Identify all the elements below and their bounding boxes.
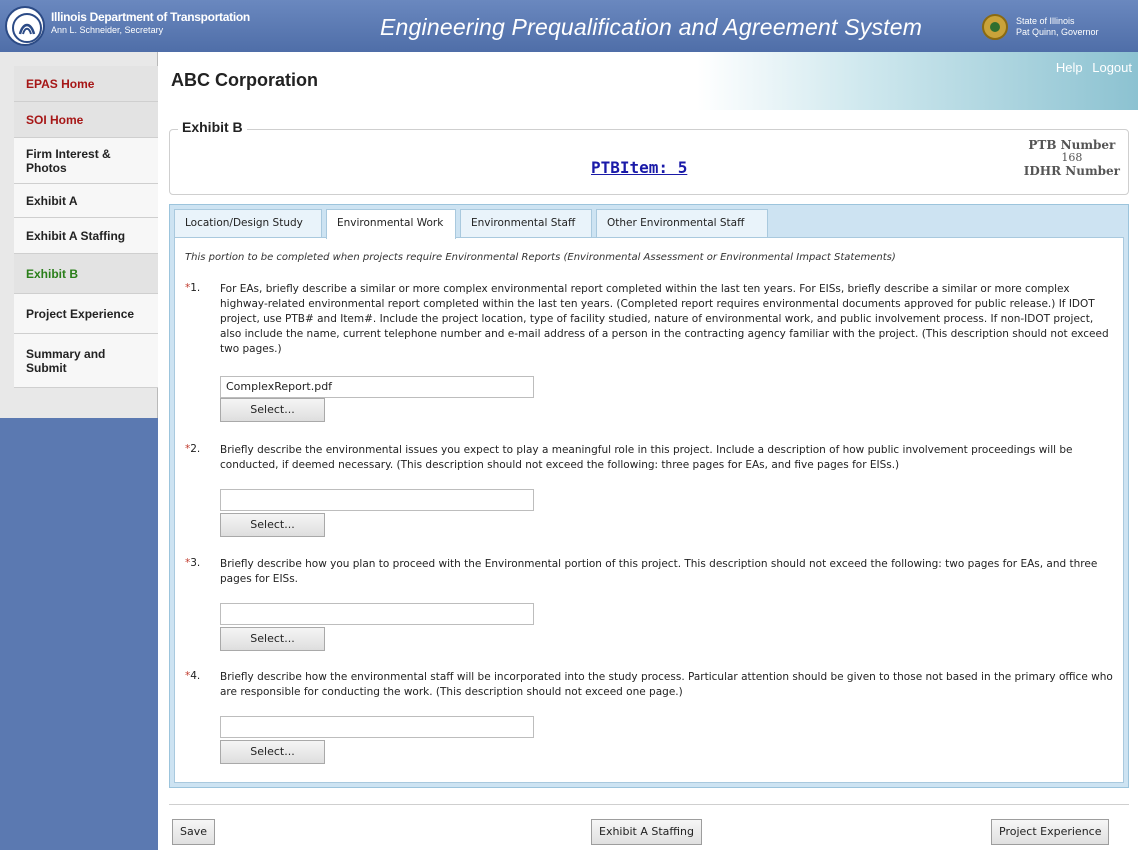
page-banner: ABC Corporation Help Logout [159, 52, 1138, 110]
question-2: *2. Briefly describe the environmental i… [185, 443, 1115, 548]
sidebar-fill [0, 418, 158, 850]
tab-other-environmental-staff[interactable]: Other Environmental Staff [596, 209, 768, 237]
tab-panel: Location/Design Study Environmental Work… [169, 204, 1129, 788]
select-file-button[interactable]: Select... [220, 513, 325, 537]
file-input[interactable] [220, 716, 534, 738]
top-links: Help Logout [1050, 60, 1132, 75]
idot-logo-icon [5, 6, 45, 46]
exhibit-header-box: Exhibit B PTBItem: 5 PTB Number 168 IDHR… [169, 119, 1129, 195]
agency-title: Illinois Department of Transportation [51, 10, 250, 24]
app-header: Illinois Department of Transportation An… [0, 0, 1138, 52]
sidebar-item-summary-submit[interactable]: Summary and Submit [14, 334, 158, 388]
sidebar-item-label: Firm Interest & Photos [26, 146, 111, 175]
sidebar-item-soi-home[interactable]: SOI Home [14, 102, 158, 138]
file-input[interactable] [220, 489, 534, 511]
question-text: Briefly describe how the environmental s… [220, 671, 1113, 698]
governor-name: Pat Quinn, Governor [1016, 27, 1099, 37]
help-link[interactable]: Help [1056, 60, 1083, 75]
ptb-info: PTB Number 168 IDHR Number [1024, 138, 1120, 178]
question-number: *3. [185, 557, 200, 569]
question-number-text: 2. [190, 443, 201, 455]
state-name: State of Illinois [1016, 16, 1075, 26]
question-number: *2. [185, 443, 200, 455]
tab-content: This portion to be completed when projec… [174, 237, 1124, 783]
sidebar-item-label: SOI Home [26, 112, 84, 127]
idhr-number-label: IDHR Number [1023, 164, 1120, 178]
next-project-experience-button[interactable]: Project Experience [991, 819, 1110, 845]
question-3: *3. Briefly describe how you plan to pro… [185, 557, 1115, 657]
select-file-button[interactable]: Select... [220, 627, 325, 651]
sidebar-item-epas-home[interactable]: EPAS Home [14, 66, 158, 102]
sidebar-item-label: Project Experience [26, 306, 135, 321]
sidebar: EPAS Home SOI Home Firm Interest & Photo… [0, 52, 158, 850]
save-button[interactable]: Save [172, 819, 216, 845]
sidebar-nav: EPAS Home SOI Home Firm Interest & Photo… [14, 66, 158, 388]
question-number: *4. [185, 670, 200, 682]
question-1: *1. For EAs, briefly describe a similar … [185, 282, 1115, 432]
tab-environmental-work[interactable]: Environmental Work [326, 209, 456, 239]
app-title: Engineering Prequalification and Agreeme… [380, 14, 923, 40]
file-input[interactable]: ComplexReport.pdf [220, 376, 534, 398]
sidebar-item-label: Exhibit A [26, 193, 78, 208]
intro-text: This portion to be completed when projec… [185, 252, 896, 263]
agency-secretary: Ann L. Schneider, Secretary [51, 25, 164, 35]
tab-location-design-study[interactable]: Location/Design Study [174, 209, 322, 237]
question-number: *1. [185, 282, 200, 294]
ptb-item-link[interactable]: PTBItem: 5 [591, 158, 687, 177]
main-content: ABC Corporation Help Logout Exhibit B PT… [159, 52, 1138, 850]
question-number-text: 1. [190, 282, 201, 294]
sidebar-item-exhibit-b[interactable]: Exhibit B [14, 254, 158, 294]
question-text: For EAs, briefly describe a similar or m… [220, 283, 1109, 355]
sidebar-item-label: Exhibit B [26, 266, 79, 281]
ptb-number-label: PTB Number [1028, 138, 1116, 152]
previous-exhibit-a-staffing-button[interactable]: Exhibit A Staffing [591, 819, 702, 845]
question-4: *4. Briefly describe how the environment… [185, 670, 1115, 770]
ptb-number-value: 168 [1061, 151, 1083, 164]
company-name: ABC Corporation [171, 70, 318, 90]
sidebar-item-exhibit-a[interactable]: Exhibit A [14, 184, 158, 218]
question-text: Briefly describe the environmental issue… [220, 444, 1073, 471]
sidebar-item-firm-interest[interactable]: Firm Interest & Photos [14, 138, 158, 184]
select-file-button[interactable]: Select... [220, 740, 325, 764]
exhibit-title: Exhibit B [178, 119, 247, 135]
file-input[interactable] [220, 603, 534, 625]
sidebar-item-label: EPAS Home [26, 76, 95, 91]
select-file-button[interactable]: Select... [220, 398, 325, 422]
question-text: Briefly describe how you plan to proceed… [220, 558, 1098, 585]
sidebar-item-label: Exhibit A Staffing [26, 228, 126, 243]
agency-name: Illinois Department of Transportation An… [51, 10, 250, 35]
footer-divider [169, 804, 1129, 805]
question-number-text: 4. [190, 670, 201, 682]
logout-link[interactable]: Logout [1092, 60, 1132, 75]
question-number-text: 3. [190, 557, 201, 569]
sidebar-item-label: Summary and Submit [26, 346, 106, 375]
sidebar-item-exhibit-a-staffing[interactable]: Exhibit A Staffing [14, 218, 158, 254]
state-seal-icon [982, 14, 1008, 40]
tab-environmental-staff[interactable]: Environmental Staff [460, 209, 592, 237]
state-info: State of Illinois Pat Quinn, Governor [1016, 16, 1099, 38]
sidebar-item-project-experience[interactable]: Project Experience [14, 294, 158, 334]
